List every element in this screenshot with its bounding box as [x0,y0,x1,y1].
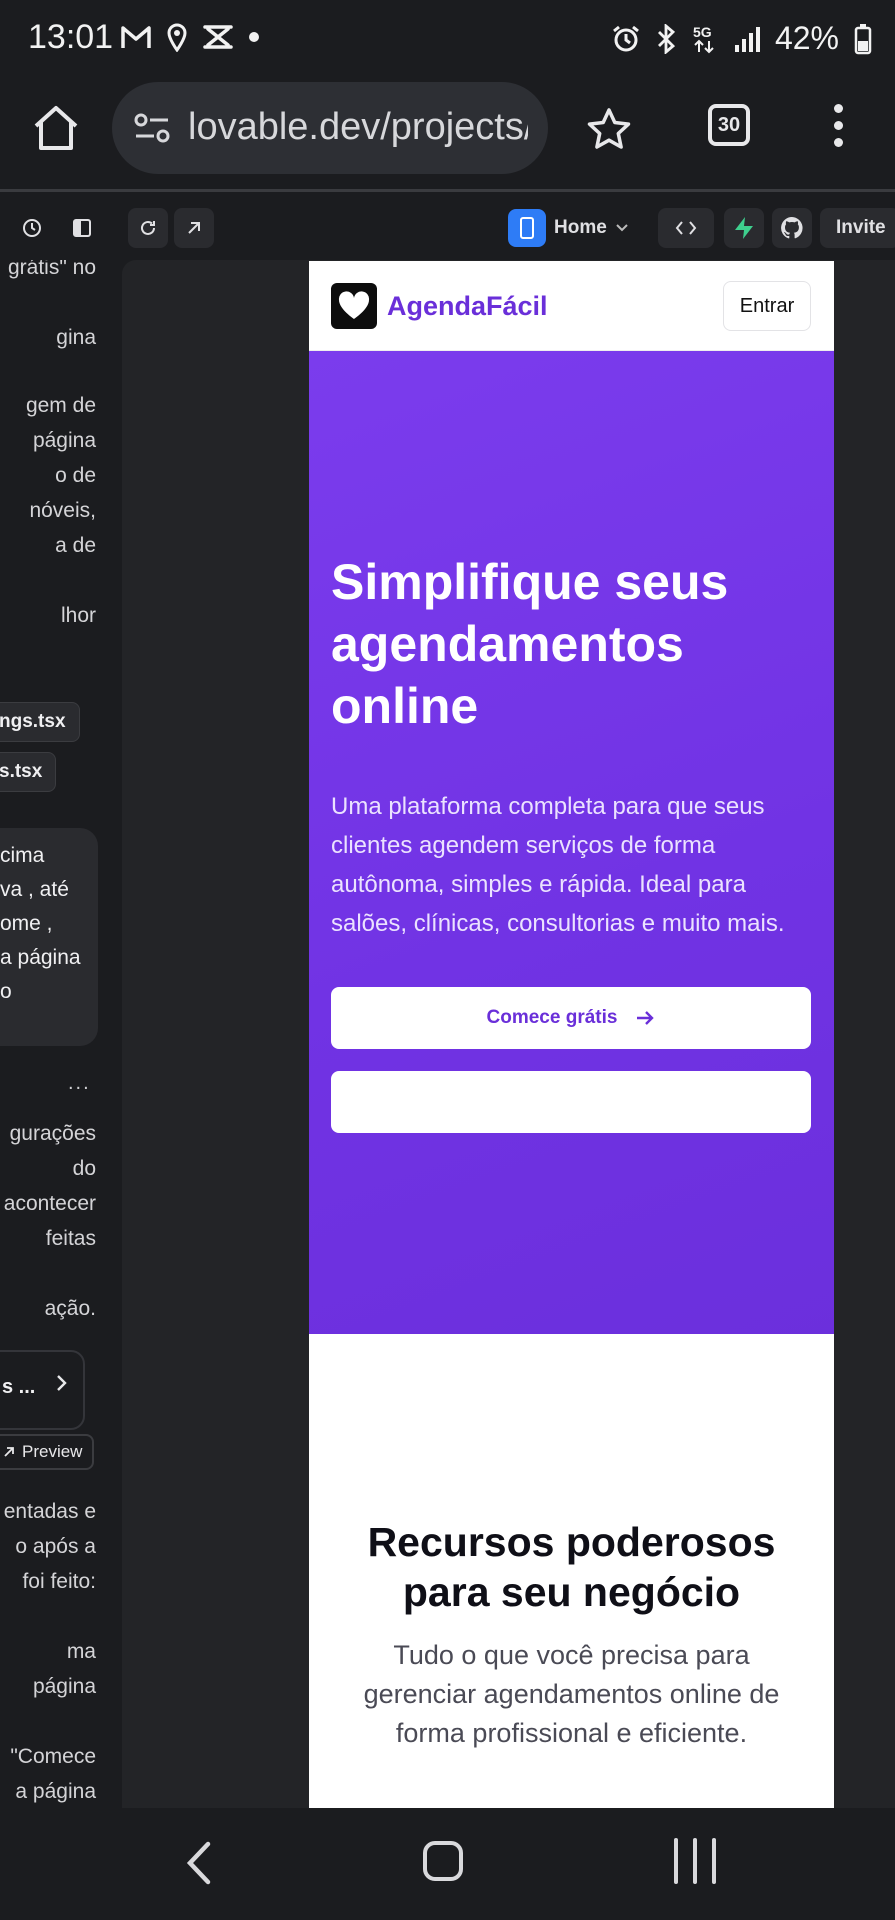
version-card[interactable]: s ... [0,1350,85,1430]
app-preview-frame: AgendaFácil Entrar Simplifique seus agen… [309,261,834,1808]
features-subtitle: Tudo o que você precisa para gerenciar a… [363,1640,780,1748]
invite-button[interactable]: Invite [820,208,895,248]
code-view-icon[interactable] [658,208,714,248]
preview-label: Preview [22,1442,83,1461]
chat-text-line: feitas [45,1227,96,1250]
recent-apps-icon[interactable] [674,1838,716,1884]
hero-section: Simplifique seus agendamentos online Uma… [309,351,834,1354]
file-chip[interactable]: ngs.tsx [0,702,80,742]
page-selector-label[interactable]: Home [554,217,607,239]
chevron-right-icon[interactable] [50,1372,72,1394]
chat-text-line: ome , [0,912,53,935]
version-card-title: s ... [2,1376,36,1398]
chat-text-line: va , até [0,878,69,901]
features-title: Recursos poderosos para seu negócio [367,1519,776,1615]
signal-icon [734,26,760,52]
location-icon [167,23,187,52]
chat-text-line: página [32,1675,96,1698]
chat-text-line: o após a [15,1535,96,1558]
home-button[interactable] [423,1841,463,1881]
heart-logo-icon [331,283,377,329]
chat-text-line: página [32,429,96,452]
address-bar[interactable]: lovable.dev/projects/ [112,82,548,174]
arrow-right-icon [637,1011,655,1025]
chat-panel: grátis" no gina gem de página o de nóvei… [0,260,122,1808]
history-icon[interactable] [12,208,52,248]
svg-text:5G: 5G [693,24,712,40]
battery-level: 42% [774,20,839,56]
clock: 13:01 [28,18,114,56]
chat-text-line: nóveis, [29,499,96,522]
chat-text-line: grátis" no [8,260,96,279]
chat-text-line: lhor [60,604,96,627]
url-text[interactable]: lovable.dev/projects/ [188,106,528,149]
browser-toolbar: lovable.dev/projects/ 30 [0,80,895,192]
chat-text-line: ação. [44,1297,96,1320]
features-section: Recursos poderosos para seu negócio Tudo… [309,1334,834,1808]
chat-text-line: do [72,1157,96,1180]
chat-text-line: o [0,980,12,1003]
mobile-device-icon[interactable] [508,209,546,247]
start-free-label: Comece grátis [486,1007,618,1028]
hero-title: Simplifique seus agendamentos online [331,554,729,734]
capcut-icon [203,25,233,49]
status-bar: 13:01 5G 42% [0,0,895,80]
app-navbar: AgendaFácil Entrar [309,261,834,351]
system-navigation-bar [0,1808,895,1920]
chat-text-line: foi feito: [22,1570,96,1593]
chat-text-line: o de [55,464,96,487]
back-icon[interactable] [180,1838,220,1888]
supabase-icon[interactable] [724,208,764,248]
chat-text-line: "Comece [10,1745,96,1768]
chat-text-line: gem de [25,394,96,417]
hero-subtitle: Uma plataforma completa para que seus cl… [331,793,785,937]
preview-button[interactable]: Preview [0,1434,94,1470]
user-message-bubble: cima va , até ome , a página o [0,828,98,1046]
chat-text-line: cima [0,844,45,867]
gmail-icon [121,26,151,48]
chat-text-line: a de [55,534,96,557]
editor-toolbar: Home Invite [0,195,895,260]
chat-text-line: gina [56,326,96,349]
bluetooth-icon [657,23,676,54]
secondary-button[interactable] [331,1071,811,1133]
login-button[interactable]: Entrar [723,281,811,331]
refresh-icon[interactable] [128,208,168,248]
github-icon[interactable] [772,208,812,248]
chevron-down-icon[interactable] [615,223,629,233]
chat-text-line: ma [66,1640,96,1663]
5g-icon: 5G [693,24,714,53]
chat-text-line: gurações [9,1122,96,1145]
file-chip[interactable]: s.tsx [0,752,56,792]
sidebar-toggle-icon[interactable] [62,208,102,248]
start-free-button[interactable]: Comece grátis [331,987,811,1049]
home-icon[interactable] [30,102,82,154]
chat-text-line: entadas e [3,1500,96,1523]
alarm-icon [613,25,639,51]
site-settings-icon[interactable] [132,108,172,148]
brand-name[interactable]: AgendaFácil [387,291,548,322]
chat-text-line: a página [15,1780,96,1803]
dot-icon [249,32,259,42]
bookmark-star-icon[interactable] [586,106,632,152]
more-options-icon[interactable]: ... [68,1072,91,1095]
open-external-icon[interactable] [174,208,214,248]
page-selector[interactable]: Home [508,208,638,248]
battery-icon [854,23,872,54]
chat-text-line: a página [0,946,81,969]
tab-switcher-button[interactable]: 30 [708,104,750,146]
chat-text-line: acontecer [3,1192,96,1215]
open-external-icon [4,1447,14,1457]
browser-menu-icon[interactable] [830,104,846,152]
